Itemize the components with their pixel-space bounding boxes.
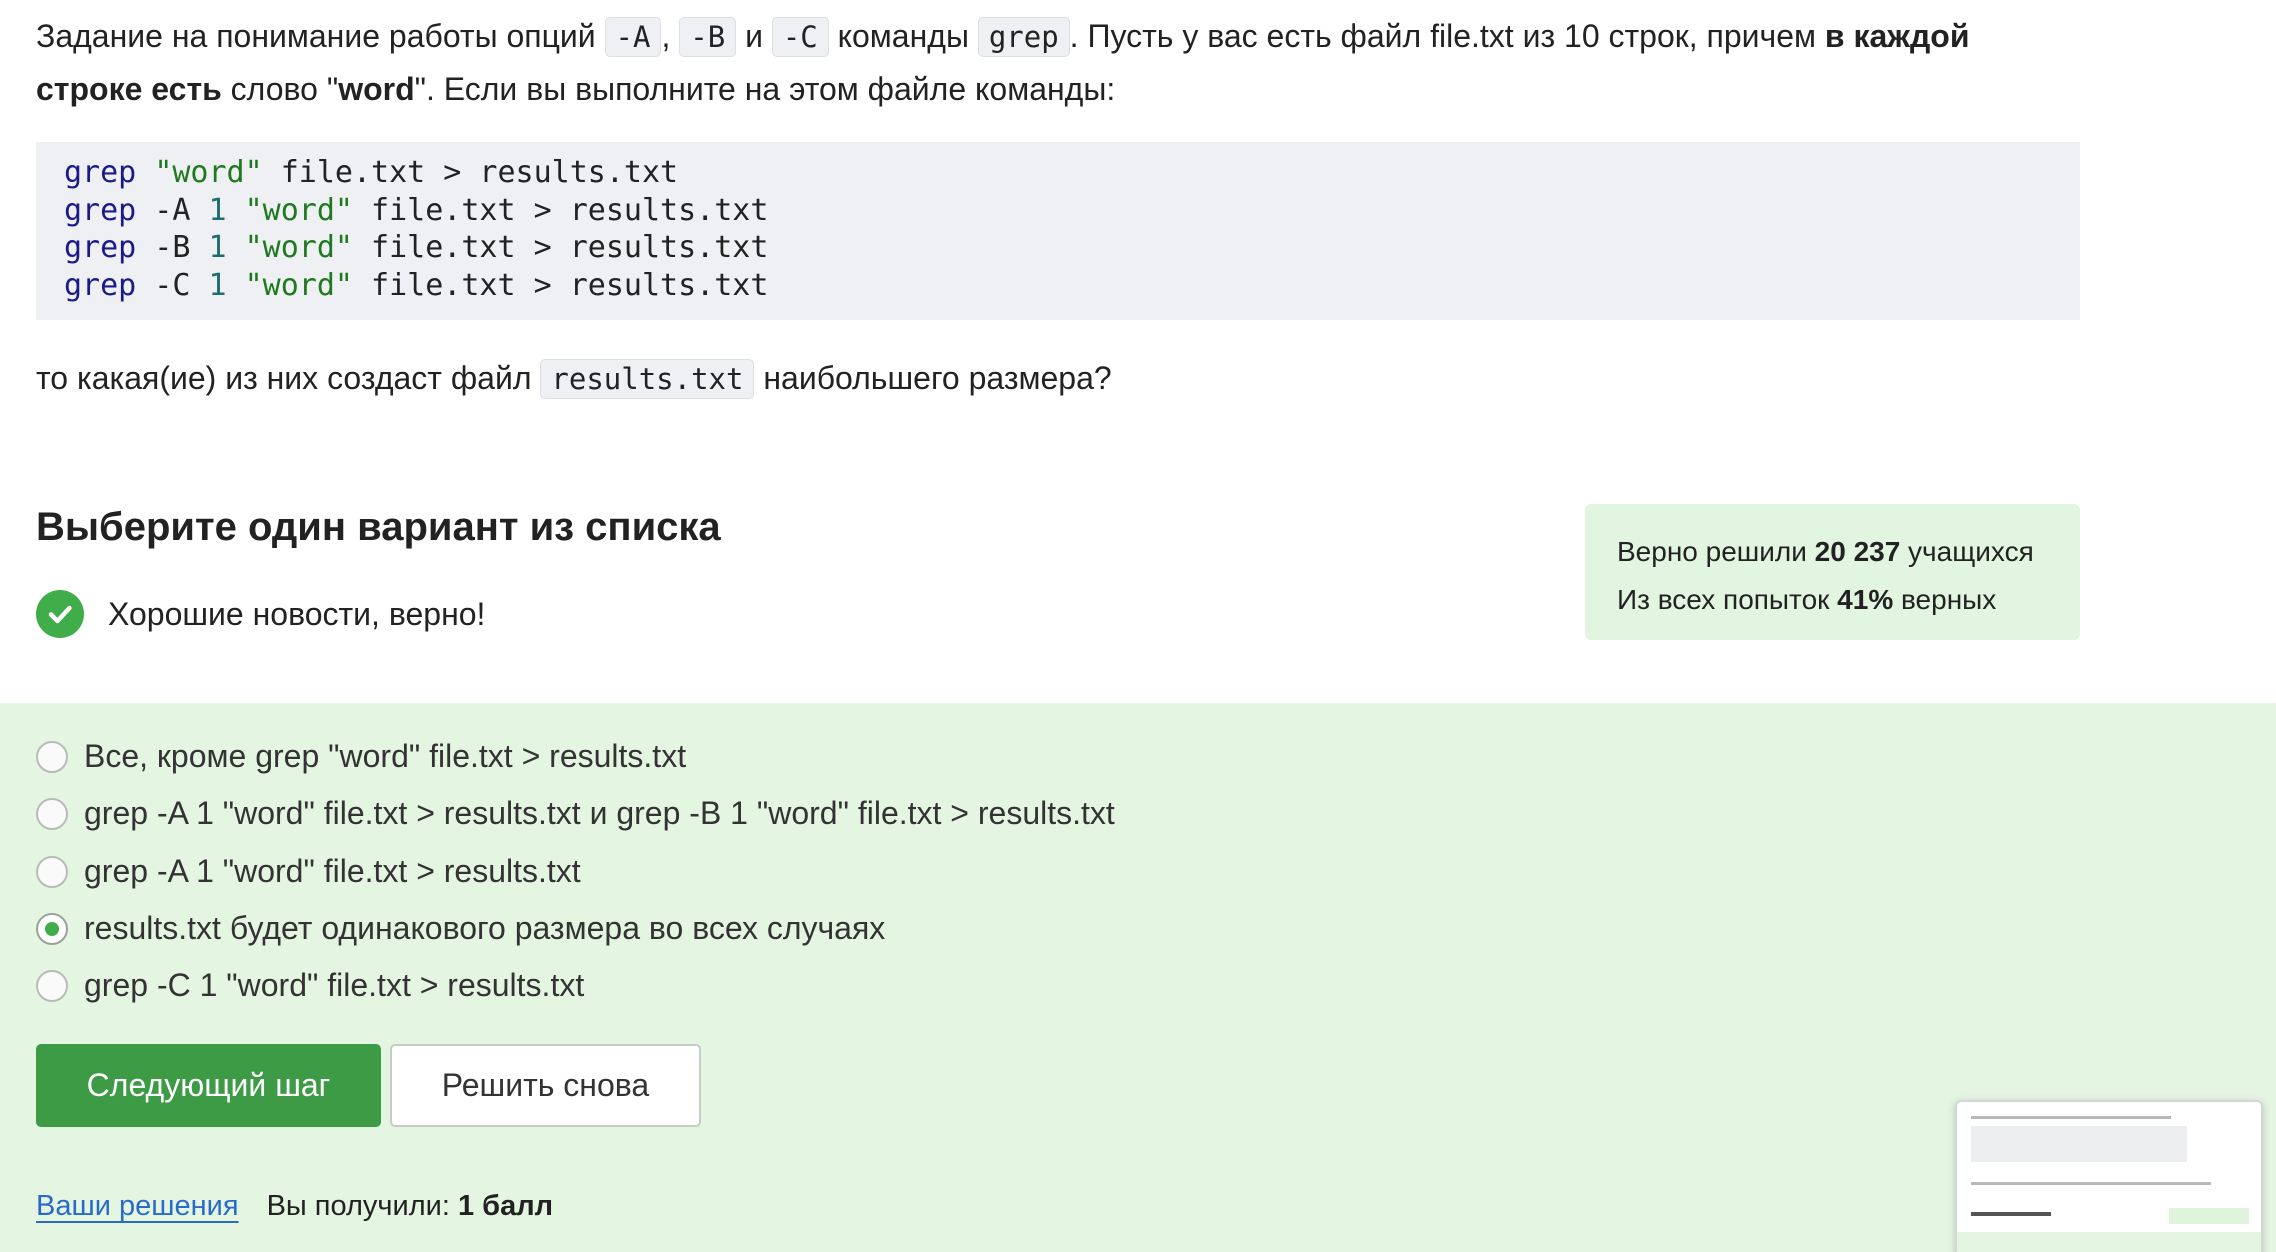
thumb-title	[1971, 1212, 2051, 1216]
question-part: и	[736, 18, 772, 54]
preview-thumbnail[interactable]	[1955, 1100, 2263, 1252]
stats-text: учащихся	[1900, 536, 2034, 567]
answer-option[interactable]: Все, кроме grep "word" file.txt > result…	[36, 738, 686, 775]
code-string: "word"	[244, 230, 353, 265]
option-c-code: -C	[771, 17, 829, 57]
answer-option[interactable]: grep -C 1 "word" file.txt > results.txt	[36, 967, 584, 1004]
stats-text: Из всех попыток	[1617, 584, 1838, 615]
code-line: grep "word" file.txt > results.txt	[64, 154, 2052, 192]
code-rest: file.txt > results.txt	[262, 155, 679, 190]
code-string: "word"	[244, 192, 353, 228]
section-title: Выберите один вариант из списка	[36, 505, 721, 549]
code-command: grep	[64, 267, 137, 303]
stats-text: верных	[1893, 584, 1997, 615]
radio-icon[interactable]	[36, 797, 68, 830]
option-a-code: -A	[604, 17, 662, 57]
grep-code: grep	[977, 17, 1070, 57]
code-string: "word"	[244, 267, 353, 303]
question-part: . Пусть у вас есть файл file.txt из 10 с…	[1069, 18, 1825, 54]
stats-text: Верно решили	[1617, 536, 1815, 567]
code-line: grep -C 1 "word" file.txt > results.txt	[64, 267, 2052, 305]
check-circle-icon	[36, 590, 84, 638]
code-flag: -C	[136, 267, 209, 303]
question-part: ". Если вы выполните на этом файле коман…	[414, 71, 1116, 107]
code-rest: file.txt > results.txt	[353, 230, 769, 265]
code-number: 1	[208, 230, 227, 265]
radio-checked-icon[interactable]	[36, 912, 68, 945]
radio-icon[interactable]	[36, 855, 68, 888]
radio-icon[interactable]	[36, 969, 68, 1002]
code-string: "word"	[154, 155, 263, 190]
option-label: results.txt будет одинакового размера во…	[84, 910, 886, 946]
question-part: ,	[661, 18, 680, 54]
score-text: Вы получили: 1 балл	[267, 1190, 553, 1223]
stats-solved-line: Верно решили 20 237 учащихся	[1617, 528, 2048, 576]
followup-part: наибольшего размера?	[754, 360, 1112, 396]
result-text: Хорошие новости, верно!	[108, 595, 486, 632]
followup-part: то какая(ие) из них создаст файл	[36, 360, 541, 396]
answer-option-selected[interactable]: results.txt будет одинакового размера во…	[36, 910, 885, 947]
results-file-code: results.txt	[540, 359, 755, 399]
question-text: Задание на понимание работы опций -A, -B…	[36, 10, 2076, 115]
code-flag: -B	[136, 230, 209, 265]
radio-dot-icon	[45, 921, 59, 936]
solved-count: 20 237	[1814, 536, 1901, 567]
code-command: grep	[64, 230, 137, 265]
code-line: grep -A 1 "word" file.txt > results.txt	[64, 192, 2052, 230]
option-label: grep -A 1 "word" file.txt > results.txt	[84, 853, 581, 889]
thumb-code	[1971, 1126, 2187, 1162]
thumb-options	[1957, 1232, 2261, 1252]
thumb-stats	[2169, 1208, 2249, 1224]
footer: Ваши решения Вы получили: 1 балл	[36, 1190, 553, 1223]
next-step-button[interactable]: Следующий шаг	[36, 1044, 381, 1127]
option-b-code: -B	[679, 17, 737, 57]
result-message: Хорошие новости, верно!	[36, 590, 485, 638]
code-rest: file.txt > results.txt	[353, 267, 769, 303]
question-part: Задание на понимание работы опций	[36, 18, 605, 54]
code-number: 1	[208, 267, 227, 303]
thumb-line	[1971, 1182, 2211, 1185]
retry-button[interactable]: Решить снова	[390, 1044, 701, 1127]
question-bold: word	[338, 71, 415, 107]
option-label: Все, кроме grep "word" file.txt > result…	[84, 738, 687, 774]
option-label: grep -A 1 "word" file.txt > results.txt …	[84, 795, 1115, 831]
score-value: 1 балл	[457, 1190, 554, 1222]
correct-percent: 41%	[1837, 584, 1894, 615]
code-number: 1	[208, 192, 227, 228]
code-command: grep	[64, 192, 137, 228]
code-block: grep "word" file.txt > results.txt grep -…	[36, 142, 2080, 320]
code-line: grep -B 1 "word" file.txt > results.txt	[64, 229, 2052, 267]
answer-option[interactable]: grep -A 1 "word" file.txt > results.txt	[36, 853, 581, 890]
stats-percent-line: Из всех попыток 41% верных	[1617, 576, 2048, 624]
code-rest: file.txt > results.txt	[353, 192, 769, 228]
thumb-line	[1971, 1116, 2171, 1119]
radio-icon[interactable]	[36, 740, 68, 773]
score-prefix: Вы получили:	[266, 1190, 458, 1222]
stats-box: Верно решили 20 237 учащихся Из всех поп…	[1585, 504, 2080, 640]
answer-option[interactable]: grep -A 1 "word" file.txt > results.txt …	[36, 795, 1115, 832]
your-solutions-link[interactable]: Ваши решения	[36, 1190, 239, 1223]
code-command: grep	[64, 155, 137, 190]
followup-text: то какая(ие) из них создаст файл results…	[36, 352, 1112, 405]
question-part: команды	[828, 18, 978, 54]
code-flag: -A	[136, 192, 209, 228]
question-part: слово "	[221, 71, 339, 107]
option-label: grep -C 1 "word" file.txt > results.txt	[84, 967, 585, 1003]
